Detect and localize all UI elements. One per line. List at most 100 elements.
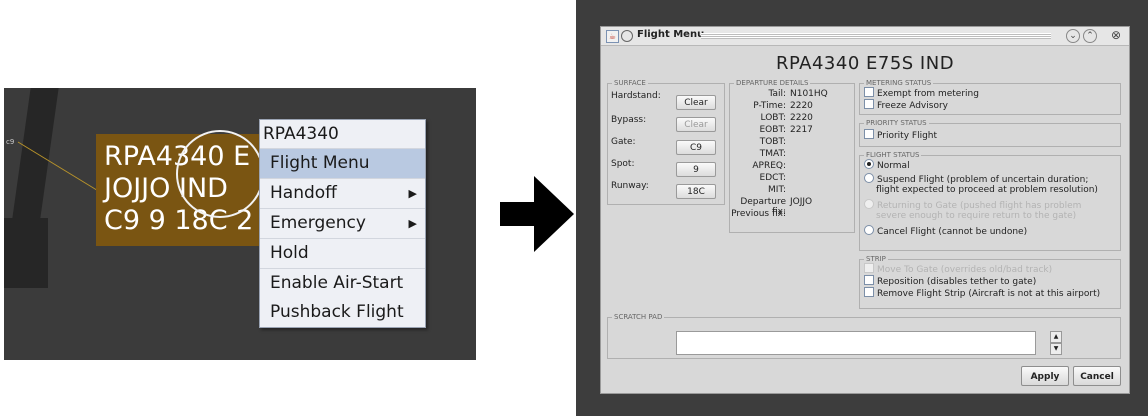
group-legend: STRIP — [866, 255, 886, 263]
right-arrow-icon — [500, 176, 574, 252]
apply-button[interactable]: Apply — [1021, 366, 1069, 386]
detail-row-previous-fix: Previous fix: — [730, 209, 854, 221]
radio-button — [864, 199, 874, 209]
menu-item-handoff[interactable]: Handoff ▶ — [260, 178, 425, 208]
group-legend: PRIORITY STATUS — [866, 119, 927, 127]
flight-menu-window: ☕ Flight Menu ⌄ ⌃ ⊗ RPA4340 E75S IND SUR… — [600, 26, 1130, 394]
detail-key: Previous fix: — [731, 209, 786, 219]
scroll-down-icon[interactable]: ▼ — [1050, 343, 1062, 355]
strip-group: STRIP Move To Gate (overrides old/bad tr… — [859, 255, 1121, 309]
window-circle-icon — [621, 30, 633, 42]
priority-flight-checkbox[interactable]: Priority Flight — [864, 129, 937, 141]
runway-button[interactable]: 18C — [676, 184, 716, 199]
checkbox-label: Priority Flight — [877, 131, 938, 141]
status-returning-label-2: severe enough to require return to the g… — [876, 211, 1077, 221]
bypass-button: Clear — [676, 117, 716, 132]
menu-item-label: Pushback Flight — [270, 302, 404, 322]
menu-item-label: Hold — [270, 243, 309, 263]
gate-button[interactable]: C9 — [676, 140, 716, 155]
checkbox-label: Remove Flight Strip (Aircraft is not at … — [877, 289, 1101, 299]
departure-details-group: DEPARTURE DETAILS Tail: N101HQ P-Time: 222… — [729, 79, 855, 233]
scratch-pad-input[interactable] — [676, 331, 1036, 355]
checkbox-box[interactable] — [864, 275, 874, 285]
context-menu-title: RPA4340 — [263, 124, 339, 144]
detail-key: LOBT: — [760, 113, 787, 123]
exempt-from-metering-checkbox[interactable]: Exempt from metering — [864, 87, 979, 99]
menu-item-hold[interactable]: Hold — [260, 238, 425, 268]
detail-key: TOBT: — [759, 137, 786, 147]
metering-status-group: METERING STATUS Exempt from metering Fre… — [859, 79, 1121, 115]
status-cancel-radio[interactable]: Cancel Flight (cannot be undone) — [864, 225, 1027, 237]
close-icon[interactable]: ⊗ — [1111, 28, 1121, 42]
group-legend: METERING STATUS — [866, 79, 932, 87]
status-suspend-label-2: flight expected to proceed at problem re… — [876, 185, 1098, 195]
menu-item-emergency[interactable]: Emergency ▶ — [260, 208, 425, 238]
gate-label: Gate: — [611, 137, 636, 147]
detail-row-tmat: TMAT: — [730, 149, 854, 161]
radio-button[interactable] — [864, 159, 874, 169]
spot-label: Spot: — [611, 159, 635, 169]
java-cup-icon: ☕ — [606, 30, 619, 43]
fix-label: c9 — [6, 138, 15, 146]
checkbox-box[interactable] — [864, 287, 874, 297]
titlebar-grip — [701, 33, 1051, 39]
bypass-label: Bypass: — [611, 115, 647, 125]
spot-button[interactable]: 9 — [676, 162, 716, 177]
hardstand-label: Hardstand: — [611, 91, 661, 101]
surface-group: SURFACE Hardstand: Clear Bypass: Clear G… — [607, 79, 725, 205]
status-returning-radio: Returning to Gate (pushed flight has pro… — [864, 199, 1081, 211]
menu-item-label: Enable Air-Start — [270, 273, 404, 293]
runway-label: Runway: — [611, 181, 649, 191]
detail-row-edct: EDCT: — [730, 173, 854, 185]
maximize-icon[interactable]: ⌃ — [1083, 29, 1097, 43]
radio-label: Returning to Gate (pushed flight has pro… — [877, 201, 1082, 211]
move-to-gate-checkbox: Move To Gate (overrides old/bad track) — [864, 263, 1052, 275]
checkbox-label: Move To Gate (overrides old/bad track) — [877, 265, 1053, 275]
menu-item-pushback-flight[interactable]: Pushback Flight — [260, 298, 425, 327]
scope-display[interactable]: c9 RPA4340 E JOJJO IND C9 9 18C 2 RPA434… — [4, 88, 476, 360]
menu-item-label: Emergency — [270, 213, 366, 233]
checkbox-label: Reposition (disables tether to gate) — [877, 277, 1037, 287]
hardstand-button[interactable]: Clear — [676, 95, 716, 110]
detail-key: APREQ: — [752, 161, 786, 171]
detail-key: EDCT: — [759, 173, 786, 183]
detail-value: JOJJO — [790, 197, 813, 207]
checkbox-box[interactable] — [864, 99, 874, 109]
flight-status-group: FLIGHT STATUS Normal Suspend Flight (pro… — [859, 151, 1121, 251]
window-titlebar[interactable]: ☕ Flight Menu ⌄ ⌃ ⊗ — [601, 27, 1129, 46]
remove-flight-strip-checkbox[interactable]: Remove Flight Strip (Aircraft is not at … — [864, 287, 1100, 299]
radio-button[interactable] — [864, 173, 874, 183]
submenu-arrow-icon: ▶ — [408, 187, 417, 200]
freeze-advisory-checkbox[interactable]: Freeze Advisory — [864, 99, 948, 111]
detail-row-mit: MIT: — [730, 185, 854, 197]
radio-label: Cancel Flight (cannot be undone) — [877, 227, 1028, 237]
checkbox-box[interactable] — [864, 87, 874, 97]
radio-label: Normal — [877, 161, 910, 171]
detail-row-lobt: LOBT: 2220 — [730, 113, 854, 125]
detail-value: N101HQ — [790, 89, 828, 99]
menu-item-flight-menu[interactable]: Flight Menu — [260, 148, 425, 178]
detail-value: 2220 — [790, 113, 813, 123]
aircraft-target-circle[interactable] — [176, 130, 264, 218]
priority-status-group: PRIORITY STATUS Priority Flight — [859, 119, 1121, 147]
status-suspend-radio[interactable]: Suspend Flight (problem of uncertain dur… — [864, 173, 1088, 185]
menu-item-label: Handoff — [270, 183, 337, 203]
scroll-up-icon[interactable]: ▲ — [1050, 331, 1062, 343]
radio-button[interactable] — [864, 225, 874, 235]
flight-header: RPA4340 E75S IND — [775, 53, 955, 74]
menu-item-enable-air-start[interactable]: Enable Air-Start — [260, 268, 425, 298]
detail-row-departure-fix: Departure fix: JOJJO — [730, 197, 854, 217]
context-menu: RPA4340 Flight Menu Handoff ▶ Emergency … — [259, 119, 426, 328]
detail-row-ptime: P-Time: 2220 — [730, 101, 854, 113]
checkbox-box[interactable] — [864, 129, 874, 139]
status-normal-radio[interactable]: Normal — [864, 159, 910, 171]
detail-value: 2217 — [790, 125, 813, 135]
cancel-button[interactable]: Cancel — [1073, 366, 1121, 386]
checkbox-box — [864, 263, 874, 273]
checkbox-label: Freeze Advisory — [877, 101, 948, 111]
detail-row-tail: Tail: N101HQ — [730, 89, 854, 101]
detail-key: P-Time: — [753, 101, 786, 111]
minimize-icon[interactable]: ⌄ — [1066, 29, 1080, 43]
detail-row-eobt: EOBT: 2217 — [730, 125, 854, 137]
reposition-checkbox[interactable]: Reposition (disables tether to gate) — [864, 275, 1036, 287]
